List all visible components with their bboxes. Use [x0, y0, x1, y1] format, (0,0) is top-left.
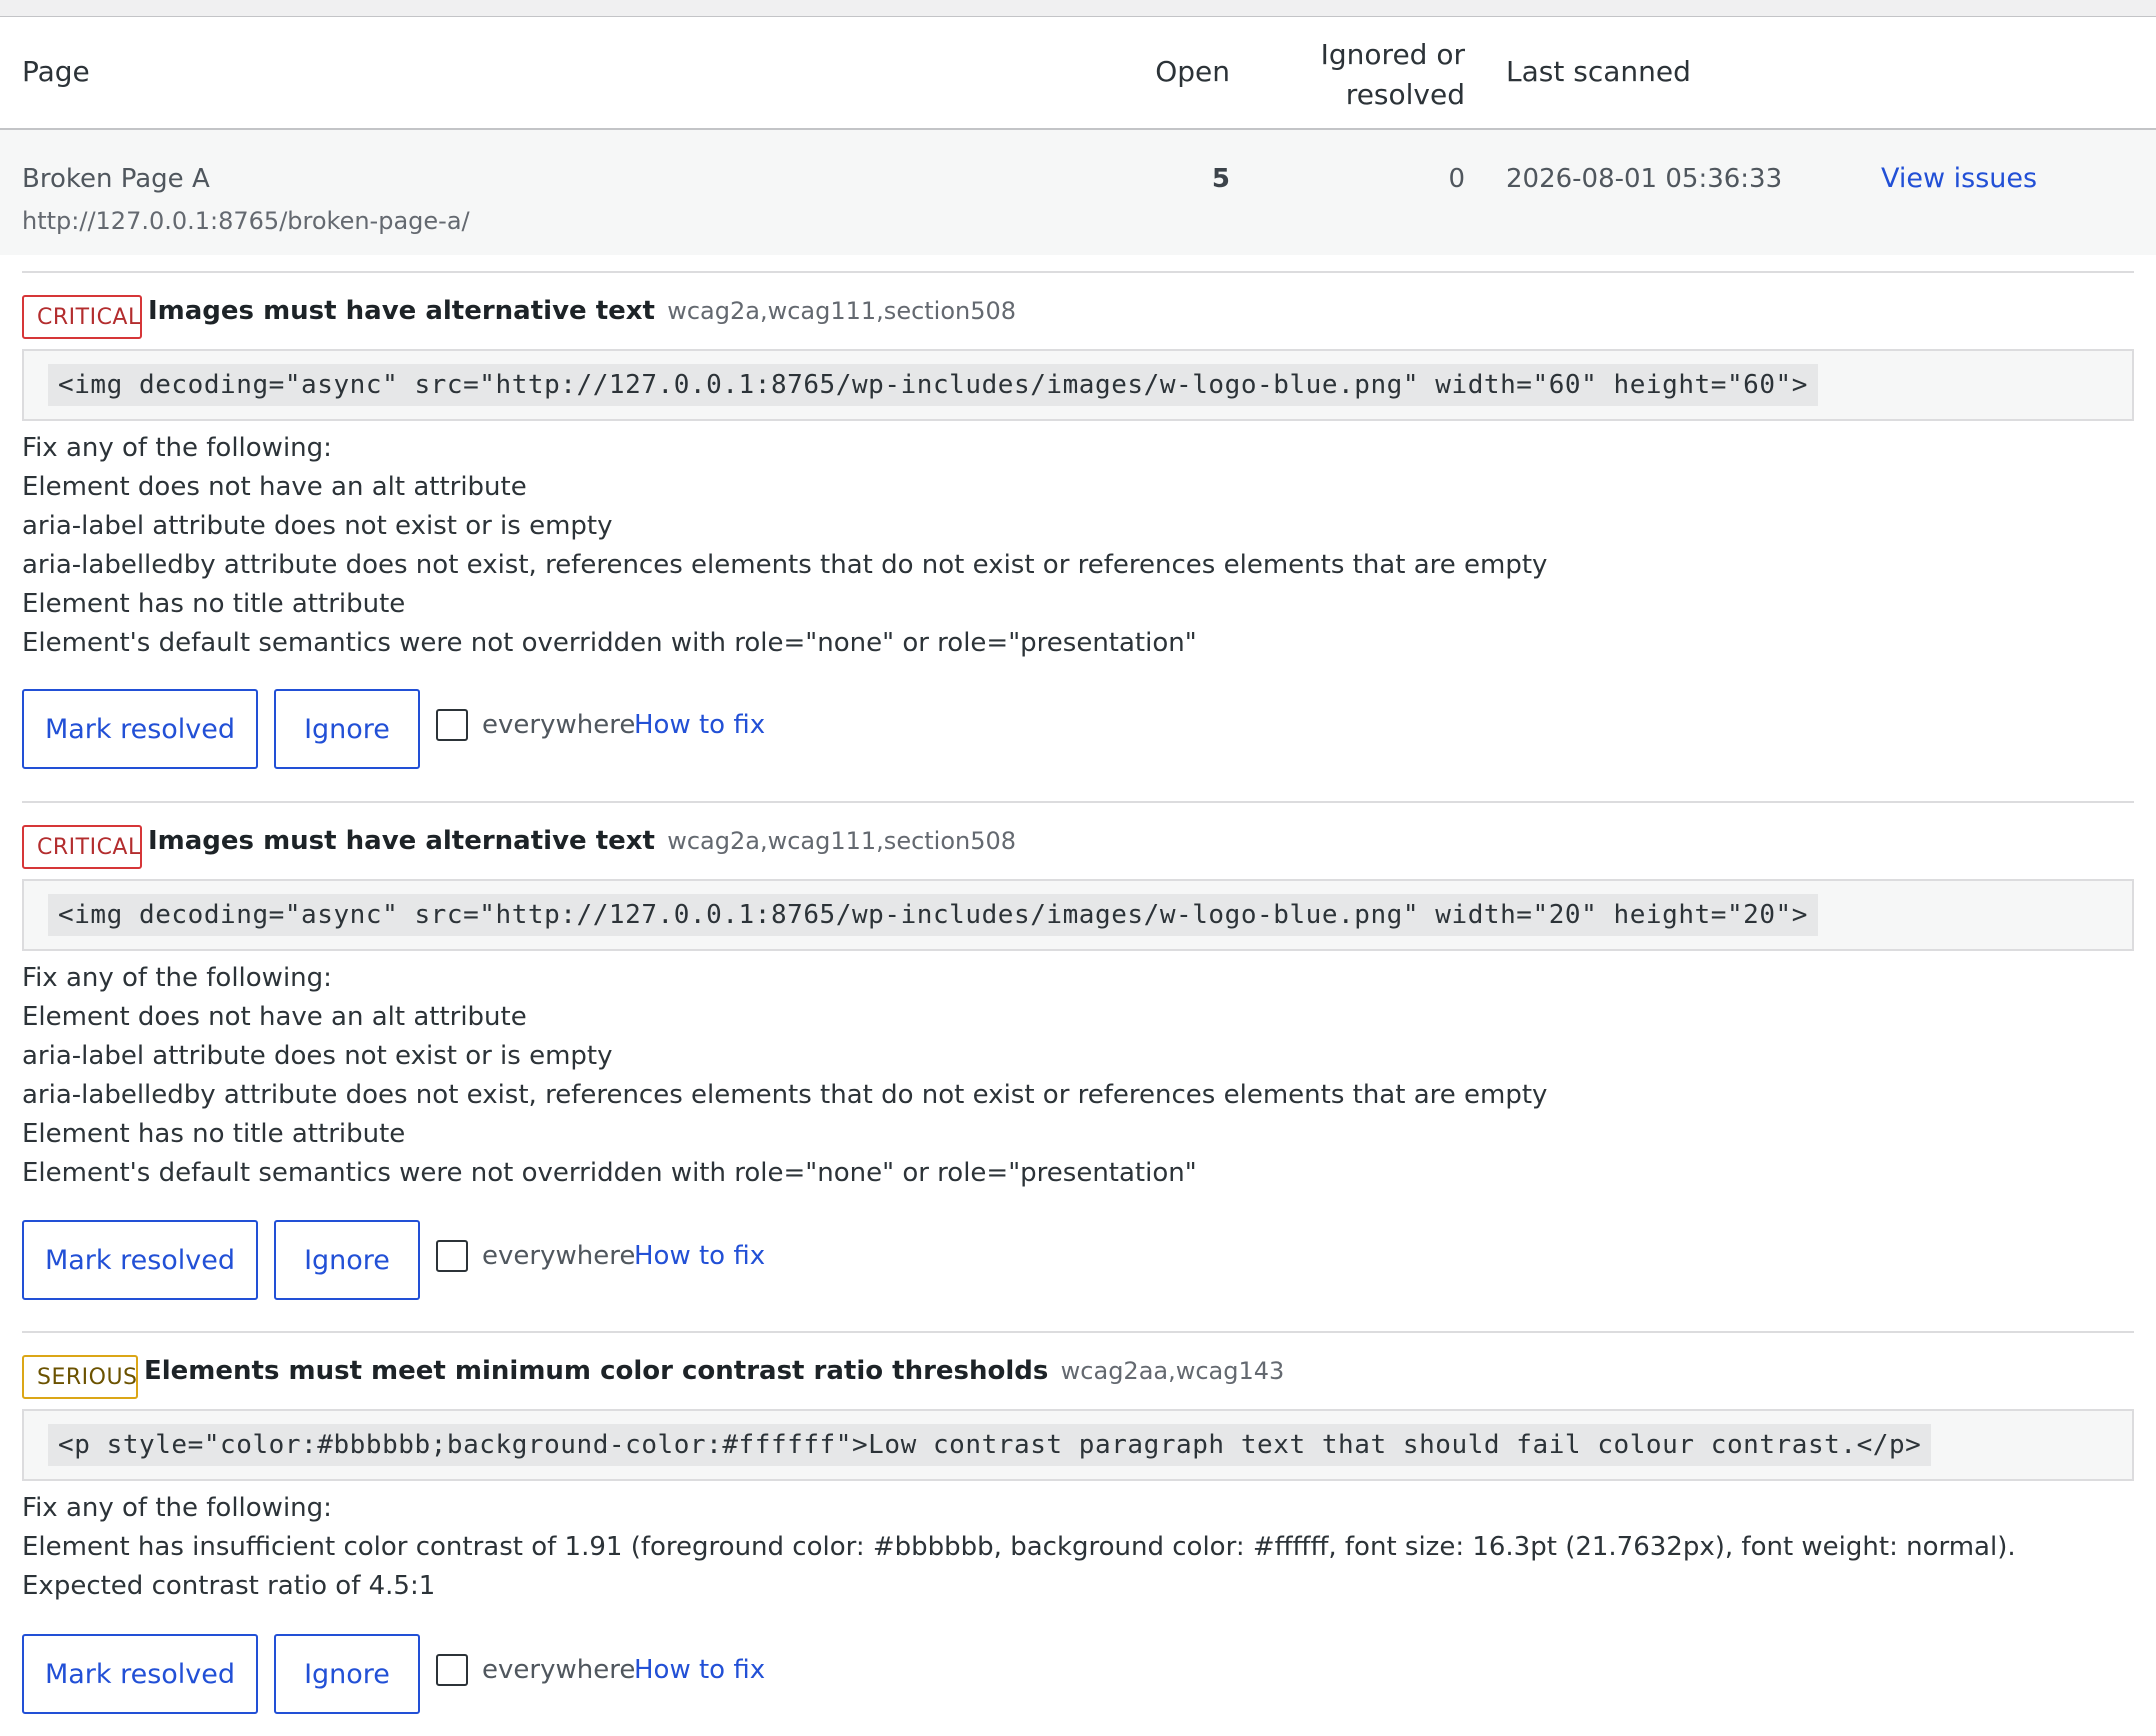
fix-item: aria-label attribute does not exist or i… — [22, 1041, 613, 1071]
severity-badge: CRITICAL — [22, 825, 142, 869]
open-count: 5 — [1211, 164, 1230, 194]
issue-tags: wcag2aa,wcag143 — [1060, 1357, 1285, 1385]
header-page: Page — [22, 55, 90, 88]
everywhere-label: everywhere — [482, 710, 636, 740]
fix-list: Fix any of the following: Element has in… — [22, 1489, 2134, 1606]
page-title: Broken Page A — [22, 164, 210, 194]
ignore-button[interactable]: Ignore — [274, 689, 420, 769]
issues-table: Page Open Ignored or resolved Last scann… — [0, 16, 2156, 1736]
issue-actions: Mark resolved Ignore everywhere How to f… — [22, 1634, 1022, 1714]
code-text: <p style="color:#bbbbbb;background-color… — [48, 1424, 1932, 1466]
how-to-fix-link[interactable]: How to fix — [634, 710, 765, 740]
view-issues-link[interactable]: View issues — [1881, 163, 2037, 194]
header-ignored-line1: Ignored or — [1320, 38, 1465, 71]
issue-item: SERIOUS Elements must meet minimum color… — [22, 1331, 2134, 1736]
fix-item: Element has no title attribute — [22, 589, 406, 619]
issue-heading: Images must have alternative text wcag2a… — [148, 826, 1016, 856]
fix-item: Element has insufficient color contrast … — [22, 1532, 2016, 1601]
issue-tags: wcag2a,wcag111,section508 — [667, 297, 1017, 325]
header-last-scanned: Last scanned — [1506, 55, 1691, 88]
divider — [22, 801, 2134, 803]
table-row: Broken Page A http://127.0.0.1:8765/brok… — [0, 130, 2156, 255]
everywhere-label: everywhere — [482, 1241, 636, 1271]
header-ignored-line2: resolved — [1345, 78, 1465, 111]
issue-actions: Mark resolved Ignore everywhere How to f… — [22, 1220, 1022, 1300]
mark-resolved-button[interactable]: Mark resolved — [22, 689, 258, 769]
everywhere-checkbox[interactable] — [436, 709, 468, 741]
divider — [22, 1331, 2134, 1333]
code-snippet: <p style="color:#bbbbbb;background-color… — [22, 1409, 2134, 1481]
issue-tags: wcag2a,wcag111,section508 — [667, 827, 1017, 855]
issue-item: CRITICAL Images must have alternative te… — [22, 801, 2134, 1301]
fix-item: Element's default semantics were not ove… — [22, 628, 1197, 658]
everywhere-checkbox[interactable] — [436, 1654, 468, 1686]
severity-badge: SERIOUS — [22, 1355, 138, 1399]
issue-actions: Mark resolved Ignore everywhere How to f… — [22, 689, 1022, 769]
header-open: Open — [1155, 55, 1230, 88]
fix-list: Fix any of the following: Element does n… — [22, 429, 2134, 663]
issue-title: Images must have alternative text — [148, 826, 655, 856]
mark-resolved-button[interactable]: Mark resolved — [22, 1634, 258, 1714]
fix-item: Element has no title attribute — [22, 1119, 406, 1149]
everywhere-checkbox[interactable] — [436, 1240, 468, 1272]
code-snippet: <img decoding="async" src="http://127.0.… — [22, 879, 2134, 951]
how-to-fix-link[interactable]: How to fix — [634, 1655, 765, 1685]
ignored-count: 0 — [1448, 164, 1465, 194]
code-text: <img decoding="async" src="http://127.0.… — [48, 894, 1818, 936]
severity-badge: CRITICAL — [22, 295, 142, 339]
code-text: <img decoding="async" src="http://127.0.… — [48, 364, 1818, 406]
fix-item: aria-labelledby attribute does not exist… — [22, 1080, 1548, 1110]
ignore-button[interactable]: Ignore — [274, 1220, 420, 1300]
fix-item: Element does not have an alt attribute — [22, 472, 527, 502]
header-ignored: Ignored or resolved — [1260, 35, 1465, 115]
fix-intro: Fix any of the following: — [22, 963, 332, 993]
fix-list: Fix any of the following: Element does n… — [22, 959, 2134, 1193]
table-header: Page Open Ignored or resolved Last scann… — [0, 17, 2156, 130]
mark-resolved-button[interactable]: Mark resolved — [22, 1220, 258, 1300]
issue-title: Images must have alternative text — [148, 296, 655, 326]
fix-item: Element does not have an alt attribute — [22, 1002, 527, 1032]
fix-item: Element's default semantics were not ove… — [22, 1158, 1197, 1188]
code-snippet: <img decoding="async" src="http://127.0.… — [22, 349, 2134, 421]
fix-item: aria-labelledby attribute does not exist… — [22, 550, 1548, 580]
issue-item: CRITICAL Images must have alternative te… — [22, 271, 2134, 771]
page-url: http://127.0.0.1:8765/broken-page-a/ — [22, 207, 470, 235]
divider — [22, 271, 2134, 273]
fix-item: aria-label attribute does not exist or i… — [22, 511, 613, 541]
issue-heading: Elements must meet minimum color contras… — [144, 1356, 1284, 1386]
last-scanned: 2026-08-01 05:36:33 — [1506, 164, 1783, 194]
fix-intro: Fix any of the following: — [22, 433, 332, 463]
issue-heading: Images must have alternative text wcag2a… — [148, 296, 1016, 326]
ignore-button[interactable]: Ignore — [274, 1634, 420, 1714]
fix-intro: Fix any of the following: — [22, 1493, 332, 1523]
how-to-fix-link[interactable]: How to fix — [634, 1241, 765, 1271]
everywhere-label: everywhere — [482, 1655, 636, 1685]
issue-title: Elements must meet minimum color contras… — [144, 1356, 1049, 1386]
